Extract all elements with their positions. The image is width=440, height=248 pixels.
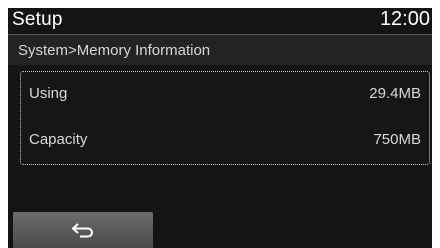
back-button[interactable]	[13, 212, 153, 248]
using-value: 29.4MB	[369, 85, 421, 102]
capacity-value: 750MB	[373, 131, 421, 148]
breadcrumb: System>Memory Information	[18, 42, 211, 59]
bottom-bar	[8, 210, 432, 248]
header-bar: Setup 12:00	[8, 8, 432, 34]
capacity-label: Capacity	[29, 131, 88, 148]
using-label: Using	[29, 85, 68, 102]
memory-row-using: Using 29.4MB	[21, 72, 429, 116]
memory-info-panel: Using 29.4MB Capacity 750MB	[20, 71, 430, 165]
page-title: Setup	[12, 9, 63, 30]
back-arrow-icon	[71, 223, 93, 238]
clock: 12:00	[379, 8, 430, 30]
memory-row-capacity: Capacity 750MB	[21, 118, 429, 162]
breadcrumb-bar: System>Memory Information	[8, 35, 432, 65]
screen: Setup 12:00 System>Memory Information Us…	[8, 8, 432, 248]
